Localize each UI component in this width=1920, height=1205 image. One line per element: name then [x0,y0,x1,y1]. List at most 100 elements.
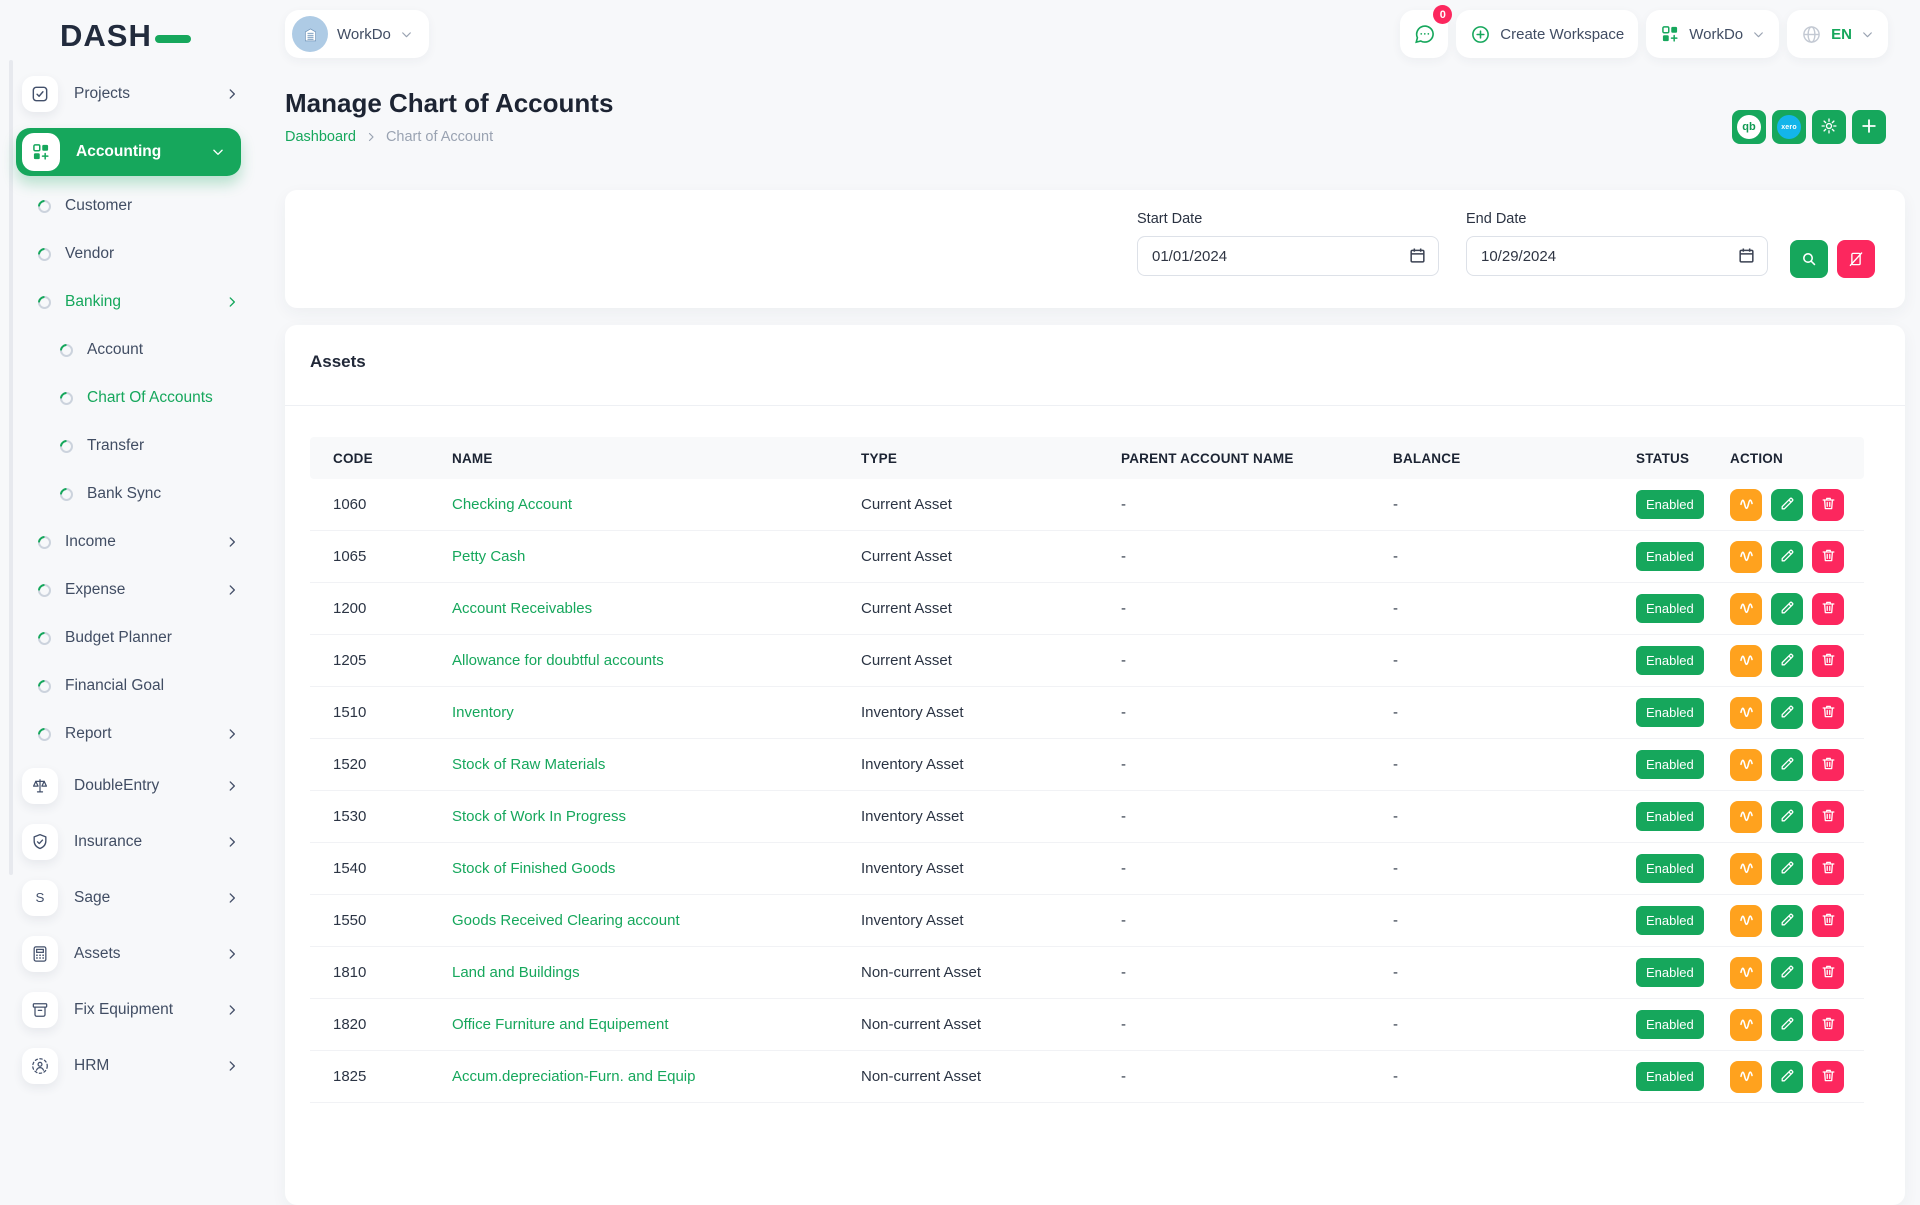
sidebar-item-label: Report [65,725,112,743]
transactions-button[interactable] [1730,1009,1762,1041]
account-name-link[interactable]: Office Furniture and Equipement [452,1016,861,1033]
delete-button[interactable] [1812,853,1844,885]
app-logo[interactable]: DASH [60,20,191,51]
account-name-link[interactable]: Inventory [452,704,861,721]
account-name-link[interactable]: Allowance for doubtful accounts [452,652,861,669]
clear-filter-icon [1847,250,1865,268]
cell-parent-account: - [1121,704,1393,721]
sidebar-item-financial-goal[interactable]: Financial Goal [0,662,265,710]
delete-button[interactable] [1812,645,1844,677]
settings-gear-button[interactable] [1812,110,1846,144]
activity-icon [1737,1014,1756,1036]
edit-button[interactable] [1771,905,1803,937]
breadcrumb-dashboard-link[interactable]: Dashboard [285,129,356,145]
account-name-link[interactable]: Goods Received Clearing account [452,912,861,929]
messages-button[interactable]: 0 [1400,10,1448,58]
account-name-link[interactable]: Land and Buildings [452,964,861,981]
transactions-button[interactable] [1730,1061,1762,1093]
edit-button[interactable] [1771,801,1803,833]
transactions-button[interactable] [1730,645,1762,677]
transactions-button[interactable] [1730,489,1762,521]
transactions-button[interactable] [1730,749,1762,781]
pencil-icon [1779,755,1796,775]
sidebar-item-transfer[interactable]: Transfer [0,422,265,470]
transactions-button[interactable] [1730,853,1762,885]
sidebar-item-label: Account [87,341,143,359]
plus-circle-icon [1470,24,1491,45]
delete-button[interactable] [1812,541,1844,573]
delete-button[interactable] [1812,1061,1844,1093]
sidebar-item-report[interactable]: Report [0,710,265,758]
xero-button[interactable]: xero [1772,110,1806,144]
edit-button[interactable] [1771,541,1803,573]
transactions-button[interactable] [1730,957,1762,989]
edit-button[interactable] [1771,489,1803,521]
cell-balance: - [1393,652,1636,669]
delete-button[interactable] [1812,593,1844,625]
account-name-link[interactable]: Petty Cash [452,548,861,565]
sidebar-item-account[interactable]: Account [0,326,265,374]
transactions-button[interactable] [1730,541,1762,573]
account-name-link[interactable]: Accum.depreciation-Furn. and Equip [452,1068,861,1085]
quickbooks-icon: qb [1737,115,1761,139]
edit-button[interactable] [1771,1061,1803,1093]
language-selector[interactable]: EN [1787,10,1888,58]
create-workspace-button[interactable]: Create Workspace [1456,10,1638,58]
account-name-link[interactable]: Stock of Finished Goods [452,860,861,877]
quickbooks-button[interactable]: qb [1732,110,1766,144]
sidebar-item-hrm[interactable]: HRM [0,1038,265,1094]
edit-button[interactable] [1771,697,1803,729]
workspace-selector[interactable]: WorkDo [285,10,429,58]
sidebar-item-sage[interactable]: SSage [0,870,265,926]
plus-button[interactable] [1852,110,1886,144]
edit-button[interactable] [1771,853,1803,885]
delete-button[interactable] [1812,749,1844,781]
delete-button[interactable] [1812,489,1844,521]
account-name-link[interactable]: Stock of Raw Materials [452,756,861,773]
sidebar-item-accounting[interactable]: Accounting [16,128,241,176]
sidebar-item-income[interactable]: Income [0,518,265,566]
transactions-button[interactable] [1730,905,1762,937]
sidebar-item-banking[interactable]: Banking [0,278,265,326]
start-date-input[interactable] [1137,236,1439,276]
sidebar-item-assets[interactable]: Assets [0,926,265,982]
account-name-link[interactable]: Checking Account [452,496,861,513]
cell-code: 1200 [333,600,452,617]
search-button[interactable] [1790,240,1828,278]
sidebar-item-vendor[interactable]: Vendor [0,230,265,278]
table-row: 1540Stock of Finished GoodsInventory Ass… [310,843,1864,895]
transactions-button[interactable] [1730,593,1762,625]
sidebar-item-insurance[interactable]: Insurance [0,814,265,870]
edit-button[interactable] [1771,645,1803,677]
sidebar-item-fix-equipment[interactable]: Fix Equipment [0,982,265,1038]
transactions-button[interactable] [1730,697,1762,729]
edit-button[interactable] [1771,749,1803,781]
table-row: 1065Petty CashCurrent Asset--Enabled [310,531,1864,583]
sidebar: DASH ProjectsAccountingCustomerVendorBan… [0,0,265,1080]
sidebar-item-bank-sync[interactable]: Bank Sync [0,470,265,518]
section-title: Assets [310,352,366,372]
sidebar-item-projects[interactable]: Projects [0,66,265,122]
edit-button[interactable] [1771,1009,1803,1041]
sidebar-item-doubleentry[interactable]: DoubleEntry [0,758,265,814]
delete-button[interactable] [1812,697,1844,729]
reset-filter-button[interactable] [1837,240,1875,278]
delete-button[interactable] [1812,905,1844,937]
cell-balance: - [1393,860,1636,877]
delete-button[interactable] [1812,957,1844,989]
edit-button[interactable] [1771,593,1803,625]
workdo-menu-button[interactable]: WorkDo [1646,10,1779,58]
account-name-link[interactable]: Stock of Work In Progress [452,808,861,825]
transactions-button[interactable] [1730,801,1762,833]
sidebar-item-expense[interactable]: Expense [0,566,265,614]
delete-button[interactable] [1812,1009,1844,1041]
chevron-right-icon [225,583,239,597]
end-date-input[interactable] [1466,236,1768,276]
cell-balance: - [1393,600,1636,617]
delete-button[interactable] [1812,801,1844,833]
sidebar-item-chart-of-accounts[interactable]: Chart Of Accounts [0,374,265,422]
edit-button[interactable] [1771,957,1803,989]
sidebar-item-budget-planner[interactable]: Budget Planner [0,614,265,662]
account-name-link[interactable]: Account Receivables [452,600,861,617]
sidebar-item-customer[interactable]: Customer [0,182,265,230]
